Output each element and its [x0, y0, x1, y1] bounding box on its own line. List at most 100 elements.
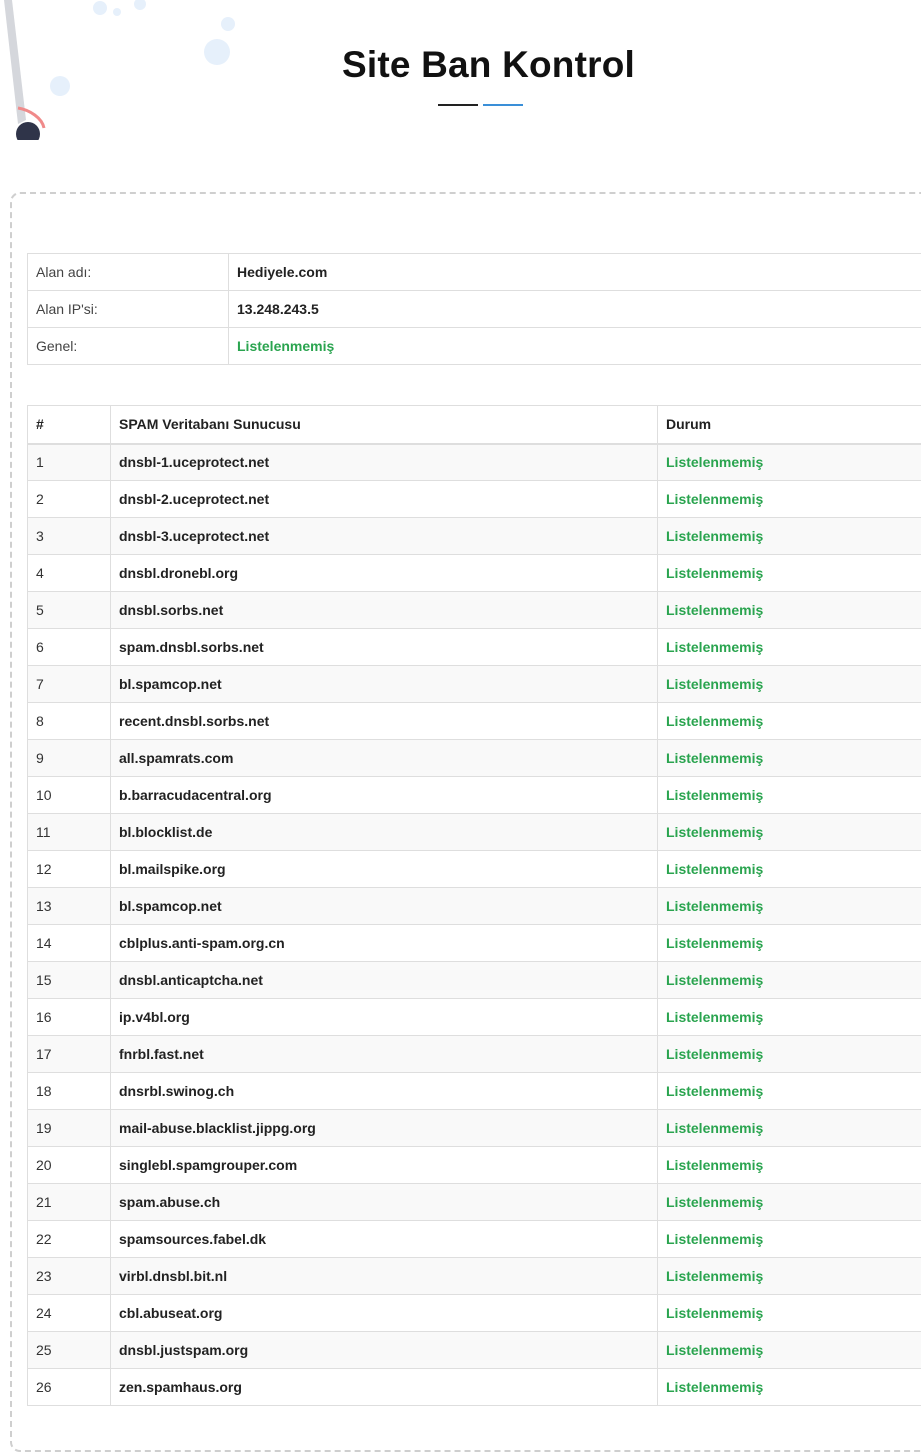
server-name: dnsbl-1.uceprotect.net	[111, 444, 658, 481]
status-badge: Listelenmemiş	[658, 518, 921, 555]
table-row: 9all.spamrats.comListelenmemiş	[28, 740, 921, 777]
table-row: 3dnsbl-3.uceprotect.netListelenmemiş	[28, 518, 921, 555]
status-badge: Listelenmemiş	[658, 1332, 921, 1369]
table-row: 10b.barracudacentral.orgListelenmemiş	[28, 777, 921, 814]
server-name: cblplus.anti-spam.org.cn	[111, 925, 658, 962]
table-row: 21spam.abuse.chListelenmemiş	[28, 1184, 921, 1221]
header-status: Durum	[658, 406, 921, 444]
row-number: 6	[28, 629, 111, 666]
row-number: 5	[28, 592, 111, 629]
header-number: #	[28, 406, 111, 444]
title-underline-dark	[438, 104, 478, 106]
table-row: 6spam.dnsbl.sorbs.netListelenmemiş	[28, 629, 921, 666]
table-row: 20singlebl.spamgrouper.comListelenmemiş	[28, 1147, 921, 1184]
status-badge: Listelenmemiş	[658, 925, 921, 962]
status-badge: Listelenmemiş	[658, 740, 921, 777]
row-number: 7	[28, 666, 111, 703]
status-badge: Listelenmemiş	[658, 814, 921, 851]
table-row: 11bl.blocklist.deListelenmemiş	[28, 814, 921, 851]
status-badge: Listelenmemiş	[658, 999, 921, 1036]
status-badge: Listelenmemiş	[658, 666, 921, 703]
table-row: 19mail-abuse.blacklist.jippg.orgListelen…	[28, 1110, 921, 1147]
server-name: mail-abuse.blacklist.jippg.org	[111, 1110, 658, 1147]
table-row: 15dnsbl.anticaptcha.netListelenmemiş	[28, 962, 921, 999]
row-number: 17	[28, 1036, 111, 1073]
row-number: 22	[28, 1221, 111, 1258]
status-badge: Listelenmemiş	[658, 851, 921, 888]
row-number: 23	[28, 1258, 111, 1295]
table-row: 13bl.spamcop.netListelenmemiş	[28, 888, 921, 925]
row-number: 10	[28, 777, 111, 814]
status-badge: Listelenmemiş	[658, 888, 921, 925]
status-badge: Listelenmemiş	[658, 1110, 921, 1147]
info-label: Genel:	[28, 328, 229, 365]
table-row: 12bl.mailspike.orgListelenmemiş	[28, 851, 921, 888]
info-label: Alan IP'si:	[28, 291, 229, 328]
page-title: Site Ban Kontrol	[0, 44, 921, 86]
row-number: 3	[28, 518, 111, 555]
server-name: bl.spamcop.net	[111, 888, 658, 925]
table-row: 23virbl.dnsbl.bit.nlListelenmemiş	[28, 1258, 921, 1295]
info-row: Genel:Listelenmemiş	[28, 328, 921, 365]
table-row: 26zen.spamhaus.orgListelenmemiş	[28, 1369, 921, 1406]
status-badge: Listelenmemiş	[658, 555, 921, 592]
table-row: 8recent.dnsbl.sorbs.netListelenmemiş	[28, 703, 921, 740]
row-number: 8	[28, 703, 111, 740]
table-row: 14cblplus.anti-spam.org.cnListelenmemiş	[28, 925, 921, 962]
status-badge: Listelenmemiş	[658, 1369, 921, 1406]
server-name: dnsbl-2.uceprotect.net	[111, 481, 658, 518]
status-badge: Listelenmemiş	[658, 1073, 921, 1110]
table-row: 16ip.v4bl.orgListelenmemiş	[28, 999, 921, 1036]
row-number: 15	[28, 962, 111, 999]
domain-info-table: Alan adı:Hediyele.comAlan IP'si:13.248.2…	[27, 253, 921, 365]
status-badge: Listelenmemiş	[658, 1184, 921, 1221]
server-name: singlebl.spamgrouper.com	[111, 1147, 658, 1184]
status-badge: Listelenmemiş	[658, 592, 921, 629]
status-badge: Listelenmemiş	[658, 1221, 921, 1258]
server-name: zen.spamhaus.org	[111, 1369, 658, 1406]
server-name: fnrbl.fast.net	[111, 1036, 658, 1073]
table-row: 24cbl.abuseat.orgListelenmemiş	[28, 1295, 921, 1332]
server-name: ip.v4bl.org	[111, 999, 658, 1036]
server-name: spam.dnsbl.sorbs.net	[111, 629, 658, 666]
info-label: Alan adı:	[28, 254, 229, 291]
info-row: Alan adı:Hediyele.com	[28, 254, 921, 291]
row-number: 25	[28, 1332, 111, 1369]
server-name: recent.dnsbl.sorbs.net	[111, 703, 658, 740]
server-name: bl.spamcop.net	[111, 666, 658, 703]
table-row: 17fnrbl.fast.netListelenmemiş	[28, 1036, 921, 1073]
status-badge: Listelenmemiş	[658, 1295, 921, 1332]
info-value: Hediyele.com	[229, 254, 921, 291]
table-row: 1dnsbl-1.uceprotect.netListelenmemiş	[28, 444, 921, 481]
row-number: 4	[28, 555, 111, 592]
status-badge: Listelenmemiş	[658, 962, 921, 999]
info-row: Alan IP'si:13.248.243.5	[28, 291, 921, 328]
row-number: 18	[28, 1073, 111, 1110]
row-number: 9	[28, 740, 111, 777]
status-badge: Listelenmemiş	[658, 1258, 921, 1295]
table-row: 2dnsbl-2.uceprotect.netListelenmemiş	[28, 481, 921, 518]
row-number: 20	[28, 1147, 111, 1184]
status-badge: Listelenmemiş	[658, 1036, 921, 1073]
table-row: 5dnsbl.sorbs.netListelenmemiş	[28, 592, 921, 629]
status-badge: Listelenmemiş	[658, 1147, 921, 1184]
row-number: 16	[28, 999, 111, 1036]
row-number: 13	[28, 888, 111, 925]
table-row: 25dnsbl.justspam.orgListelenmemiş	[28, 1332, 921, 1369]
row-number: 24	[28, 1295, 111, 1332]
server-name: spamsources.fabel.dk	[111, 1221, 658, 1258]
server-name: b.barracudacentral.org	[111, 777, 658, 814]
status-badge: Listelenmemiş	[658, 777, 921, 814]
table-row: 18dnsrbl.swinog.chListelenmemiş	[28, 1073, 921, 1110]
server-name: bl.blocklist.de	[111, 814, 658, 851]
row-number: 2	[28, 481, 111, 518]
spam-database-table: # SPAM Veritabanı Sunucusu Durum 1dnsbl-…	[27, 405, 921, 1406]
server-name: dnsbl.sorbs.net	[111, 592, 658, 629]
server-name: all.spamrats.com	[111, 740, 658, 777]
server-name: virbl.dnsbl.bit.nl	[111, 1258, 658, 1295]
status-badge: Listelenmemiş	[658, 444, 921, 481]
status-badge: Listelenmemiş	[229, 328, 921, 365]
info-value: 13.248.243.5	[229, 291, 921, 328]
server-name: dnsbl.justspam.org	[111, 1332, 658, 1369]
row-number: 1	[28, 444, 111, 481]
